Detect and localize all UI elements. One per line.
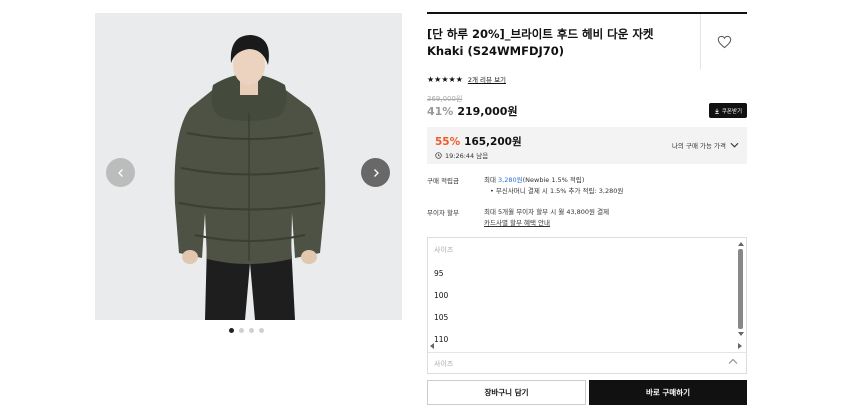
gallery-dot[interactable] [229, 328, 234, 333]
scrollbar-thumb[interactable] [738, 249, 743, 329]
product-image-gallery[interactable] [95, 13, 402, 320]
size-select-field[interactable]: 사이즈 [428, 352, 746, 374]
my-discount-rate: 55% [435, 136, 461, 148]
points-prefix: 최대 [484, 176, 499, 184]
points-suffix: (Newbie 1.5% 적립) [522, 176, 585, 184]
gallery-next-button[interactable] [361, 158, 390, 187]
chevron-up-icon [728, 358, 738, 364]
buy-now-button[interactable]: 바로 구매하기 [589, 380, 747, 405]
divider [427, 12, 747, 14]
product-title: [단 하루 20%]_브라이트 후드 헤비 다운 자켓 Khaki (S24WM… [427, 27, 654, 58]
gallery-dot[interactable] [239, 328, 244, 333]
coupon-button[interactable]: 쿠폰받기 [709, 103, 747, 118]
chevron-right-icon [373, 168, 379, 177]
discount-rate: 41% [427, 105, 454, 118]
scroll-up-arrow-icon[interactable] [738, 242, 744, 246]
horizontal-scrollbar[interactable] [428, 342, 748, 350]
coupon-label: 쿠폰받기 [721, 108, 743, 115]
my-price-row: 55% 165,200원 [435, 134, 522, 149]
size-select-placeholder: 사이즈 [434, 359, 454, 368]
size-option[interactable]: 95 [428, 262, 736, 284]
timer-text: 19:26:44 남음 [445, 152, 489, 160]
add-to-cart-button[interactable]: 장바구니 담기 [427, 380, 586, 405]
size-option-list: 사이즈 95 100 105 110 [428, 238, 736, 352]
vertical-scrollbar[interactable] [736, 238, 746, 342]
my-price-toggle[interactable]: 나의 구매 가능 가격 [672, 140, 739, 150]
chevron-left-icon [117, 168, 123, 177]
gallery-dot[interactable] [249, 328, 254, 333]
gallery-prev-button[interactable] [106, 158, 135, 187]
installment-link[interactable]: 카드사별 할부 혜택 안내 [484, 218, 744, 229]
points-value: 3,280원 [498, 176, 523, 184]
product-photo [95, 13, 402, 320]
installment-text: 최대 5개월 무이자 할부 시 월 43,800원 결제 [484, 208, 610, 216]
size-option[interactable]: 105 [428, 306, 736, 328]
points-body: 최대 3,280원(Newbie 1.5% 적립) • 무신사머니 결제 시 1… [484, 175, 744, 197]
my-price: 165,200원 [464, 136, 522, 148]
clock-icon [435, 151, 442, 159]
size-dropdown[interactable]: 사이즈 95 100 105 110 사이즈 [427, 237, 747, 374]
heart-icon [717, 35, 731, 49]
download-icon [715, 108, 719, 114]
installment-body: 최대 5개월 무이자 할부 시 월 43,800원 결제 카드사별 할부 혜택 … [484, 207, 744, 229]
size-option[interactable]: 100 [428, 284, 736, 306]
review-link[interactable]: 2개 리뷰 보기 [468, 74, 506, 84]
wishlist-button[interactable] [700, 14, 747, 70]
star-rating: ★★★★★ [427, 74, 463, 84]
points-sub: • 무신사머니 결제 시 1.5% 추가 적립: 3,280원 [490, 187, 624, 195]
chevron-down-icon [730, 142, 739, 148]
countdown-timer: 19:26:44 남음 [435, 150, 488, 160]
price-row: 41% 219,000원 [427, 103, 518, 119]
sale-price: 219,000원 [457, 105, 518, 118]
my-price-box: 55% 165,200원 19:26:44 남음 나의 구매 가능 가격 [427, 127, 747, 164]
points-label: 구매 적립금 [427, 177, 459, 185]
product-info-panel: [단 하루 20%]_브라이트 후드 헤비 다운 자켓 Khaki (S24WM… [427, 12, 747, 412]
gallery-dot[interactable] [259, 328, 264, 333]
size-list-header: 사이즈 [434, 246, 454, 254]
scroll-right-arrow-icon[interactable] [738, 343, 742, 349]
my-price-toggle-label: 나의 구매 가능 가격 [671, 142, 726, 150]
rating-row: ★★★★★ 2개 리뷰 보기 [427, 74, 506, 85]
scroll-down-arrow-icon[interactable] [738, 332, 744, 336]
installment-label: 무이자 할부 [427, 209, 459, 217]
scroll-left-arrow-icon[interactable] [430, 343, 434, 349]
gallery-pagination [229, 328, 264, 333]
